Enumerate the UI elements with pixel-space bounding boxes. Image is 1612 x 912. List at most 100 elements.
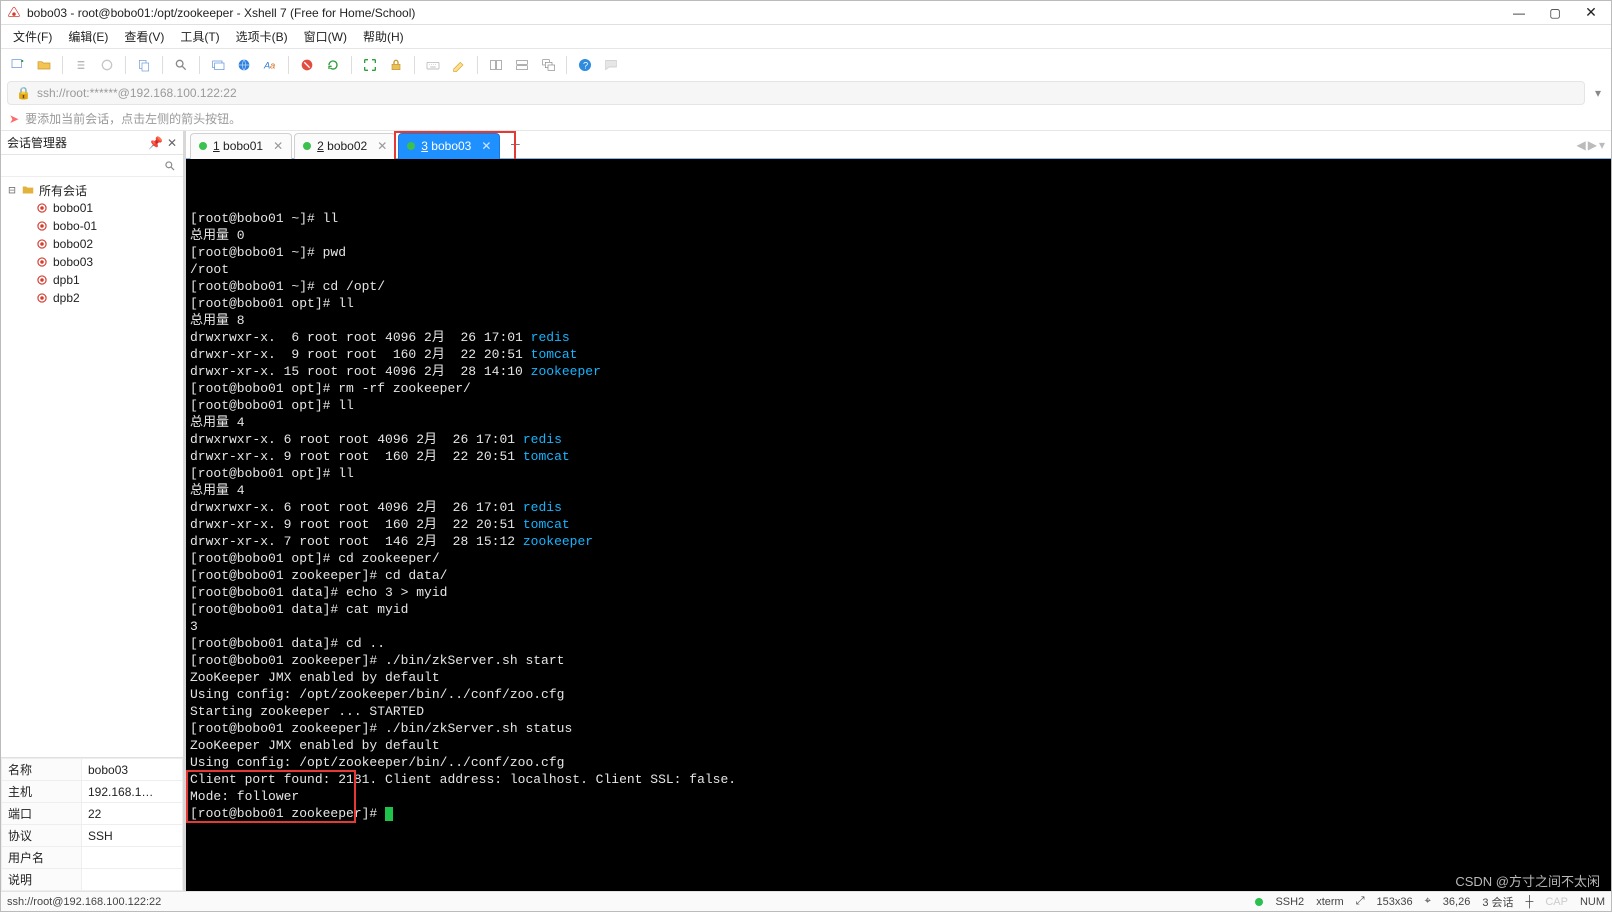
window-maximize-button[interactable]: ▢	[1541, 3, 1569, 23]
sidebar-pin-icon[interactable]: 📌	[148, 136, 163, 150]
tab-close-icon[interactable]: ✕	[481, 139, 491, 153]
toolbar-tile-v-icon[interactable]	[511, 54, 533, 76]
toolbar-find-icon[interactable]	[170, 54, 192, 76]
terminal-line: [root@bobo01 ~]# ll	[190, 210, 1607, 227]
tree-root[interactable]: ⊟ 所有会话	[3, 181, 181, 199]
menu-item-2[interactable]: 查看(V)	[116, 25, 172, 48]
toolbar-highlight-icon[interactable]	[448, 54, 470, 76]
terminal-line: Using config: /opt/zookeeper/bin/../conf…	[190, 686, 1607, 703]
prop-key: 说明	[2, 869, 82, 891]
prop-key: 名称	[2, 759, 82, 781]
session-item-bobo01[interactable]: bobo01	[3, 199, 181, 217]
prop-key: 主机	[2, 781, 82, 803]
terminal-line: ZooKeeper JMX enabled by default	[190, 669, 1607, 686]
prop-row: 名称bobo03	[2, 759, 183, 781]
terminal-line: [root@bobo01 opt]# ll	[190, 295, 1607, 312]
toolbar-new-session-icon[interactable]	[7, 54, 29, 76]
toolbar-chat-icon[interactable]	[600, 54, 622, 76]
session-tree: ⊟ 所有会话 bobo01bobo-01bobo02bobo03 dpb1 dpb2	[1, 177, 183, 757]
terminal-line: 总用量 4	[190, 482, 1607, 499]
session-item-dpb1[interactable]: dpb1	[3, 271, 181, 289]
toolbar-separator	[199, 56, 200, 74]
session-item-bobo02[interactable]: bobo02	[3, 235, 181, 253]
toolbar-open-icon[interactable]	[33, 54, 55, 76]
sidebar-close-icon[interactable]: ✕	[167, 136, 177, 150]
sidebar-header: 会话管理器 📌 ✕	[1, 131, 183, 155]
toolbar-refresh-icon[interactable]	[322, 54, 344, 76]
sidebar-search[interactable]	[1, 155, 183, 177]
terminal-line: [root@bobo01 data]# echo 3 > myid	[190, 584, 1607, 601]
menu-item-0[interactable]: 文件(F)	[5, 25, 60, 48]
toolbar-globe-icon[interactable]	[233, 54, 255, 76]
tab-label: 3 bobo03	[421, 139, 471, 153]
search-icon	[163, 159, 177, 173]
terminal-line: drwxrwxr-x. 6 root root 4096 2月 26 17:01…	[190, 431, 1607, 448]
prop-key: 协议	[2, 825, 82, 847]
terminal-line: [root@bobo01 data]# cat myid	[190, 601, 1607, 618]
session-item-bobo-01[interactable]: bobo-01	[3, 217, 181, 235]
terminal-line: [root@bobo01 opt]# ll	[190, 397, 1607, 414]
address-field[interactable]: 🔒 ssh://root:******@192.168.100.122:22	[7, 81, 1585, 105]
window-minimize-button[interactable]: —	[1505, 3, 1533, 23]
toolbar-new-tab-icon[interactable]	[207, 54, 229, 76]
hint-arrow-icon: ➤	[9, 112, 19, 126]
toolbar-separator	[125, 56, 126, 74]
toolbar-disconnect-icon[interactable]	[96, 54, 118, 76]
prop-row: 说明	[2, 869, 183, 891]
toolbar-lock-icon[interactable]	[385, 54, 407, 76]
toolbar-cascade-icon[interactable]	[537, 54, 559, 76]
terminal-line: [root@bobo01 zookeeper]#	[190, 805, 1607, 822]
toolbar-keyboard-icon[interactable]	[422, 54, 444, 76]
menu-item-5[interactable]: 窗口(W)	[296, 25, 355, 48]
address-dropdown-icon[interactable]: ▾	[1591, 86, 1605, 100]
terminal-line: [root@bobo01 data]# cd ..	[190, 635, 1607, 652]
toolbar-font-icon[interactable]: Aa	[259, 54, 281, 76]
toolbar-copy-icon[interactable]	[133, 54, 155, 76]
terminal-line: [root@bobo01 opt]# rm -rf zookeeper/	[190, 380, 1607, 397]
window-close-button[interactable]: ✕	[1577, 3, 1605, 23]
menu-item-1[interactable]: 编辑(E)	[60, 25, 116, 48]
window-titlebar: bobo03 - root@bobo01:/opt/zookeeper - Xs…	[1, 1, 1611, 25]
session-item-bobo03[interactable]: bobo03	[3, 253, 181, 271]
toolbar-tile-h-icon[interactable]	[485, 54, 507, 76]
tab-bobo02[interactable]: 2 bobo02✕	[294, 133, 396, 159]
tab-add-button[interactable]: ＋	[504, 134, 526, 156]
tab-next-icon[interactable]: ▶	[1588, 138, 1597, 152]
tree-expander-icon[interactable]: ⊟	[7, 183, 17, 197]
tab-status-icon	[199, 142, 207, 150]
session-icon	[35, 237, 49, 251]
session-item-dpb2[interactable]: dpb2	[3, 289, 181, 307]
tab-bobo03[interactable]: 3 bobo03 ✕	[398, 133, 500, 159]
terminal-line: [root@bobo01 zookeeper]# ./bin/zkServer.…	[190, 652, 1607, 669]
terminal-line: 总用量 4	[190, 414, 1607, 431]
toolbar-separator	[566, 56, 567, 74]
tab-bobo01[interactable]: 1 bobo01✕	[190, 133, 292, 159]
terminal[interactable]: [root@bobo01 ~]# ll总用量 0[root@bobo01 ~]#…	[186, 159, 1611, 891]
toolbar-fullscreen-icon[interactable]	[359, 54, 381, 76]
terminal-line: [root@bobo01 opt]# cd zookeeper/	[190, 550, 1607, 567]
terminal-line: Using config: /opt/zookeeper/bin/../conf…	[190, 754, 1607, 771]
toolbar-stop-icon[interactable]	[296, 54, 318, 76]
terminal-line: [root@bobo01 ~]# pwd	[190, 244, 1607, 261]
tab-list-icon[interactable]: ▾	[1599, 138, 1605, 152]
menu-item-4[interactable]: 选项卡(B)	[228, 25, 296, 48]
status-pos: 36,26	[1443, 896, 1471, 908]
menu-bar: 文件(F)编辑(E)查看(V)工具(T)选项卡(B)窗口(W)帮助(H)	[1, 25, 1611, 49]
tab-prev-icon[interactable]: ◀	[1577, 138, 1586, 152]
address-bar: 🔒 ssh://root:******@192.168.100.122:22 ▾	[1, 79, 1611, 107]
status-sessions: 3 会话	[1482, 894, 1513, 910]
terminal-line: [root@bobo01 zookeeper]# cd data/	[190, 567, 1607, 584]
status-pos-icon: ⌖	[1425, 895, 1431, 908]
tab-close-icon[interactable]: ✕	[273, 139, 283, 153]
terminal-line: drwxr-xr-x. 9 root root 160 2月 22 20:51 …	[190, 346, 1607, 363]
menu-item-3[interactable]: 工具(T)	[172, 25, 227, 48]
terminal-cursor	[385, 807, 393, 821]
toolbar-reconnect-icon[interactable]	[70, 54, 92, 76]
svg-text:a: a	[270, 60, 275, 70]
toolbar-help-icon[interactable]: ?	[574, 54, 596, 76]
svg-text:?: ?	[583, 60, 588, 70]
tab-close-icon[interactable]: ✕	[377, 139, 387, 153]
session-label: dpb1	[53, 273, 80, 287]
menu-item-6[interactable]: 帮助(H)	[355, 25, 412, 48]
hint-bar: ➤ 要添加当前会话，点击左侧的箭头按钮。	[1, 107, 1611, 131]
